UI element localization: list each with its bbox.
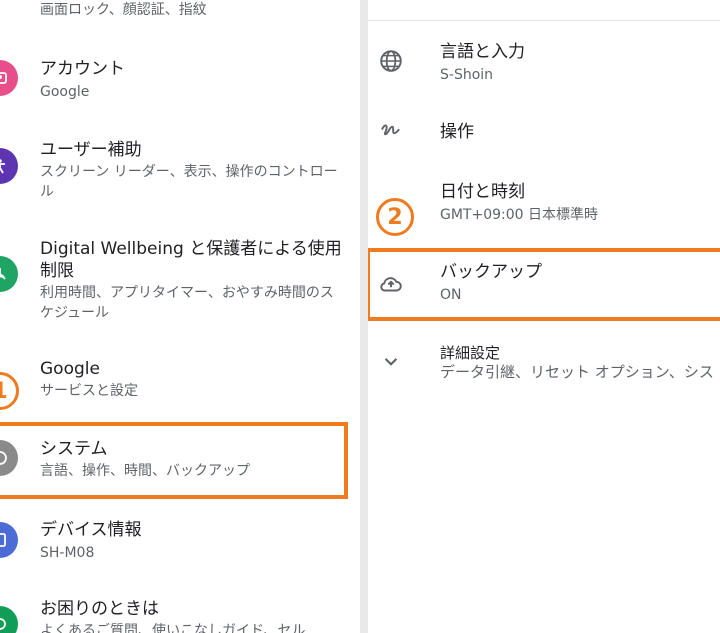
settings-item-subtitle: スクリーン リーダー、表示、操作のコントロール <box>40 164 338 200</box>
panel-divider <box>360 0 368 633</box>
settings-item-title: ユーザー補助 <box>40 140 142 160</box>
system-settings-list: 言語と入力 S-Shoin 操作 2 日付と時刻 GMT+09:00 日本標準時… <box>368 0 720 633</box>
app-bar <box>368 0 720 21</box>
system-item-title: 言語と入力 <box>440 42 525 62</box>
settings-item-subtitle: サービスと設定 <box>40 383 138 399</box>
settings-item-subtitle: よくあるご質問、使いこなしガイド、セル <box>40 623 306 633</box>
step-number-badge: 1 <box>0 372 19 410</box>
settings-item-title: Digital Wellbeing と保護者による使用制限 <box>40 239 342 281</box>
accessibility-icon <box>0 148 18 184</box>
settings-main-list: 画面ロック、顔認証、指紋 アカウント Google ユーザー補助 スクリーン リ… <box>0 0 360 633</box>
help-icon <box>0 606 18 633</box>
system-item-subtitle: GMT+09:00 日本標準時 <box>440 207 599 223</box>
system-item-title: 操作 <box>440 122 474 142</box>
settings-item-title: デバイス情報 <box>40 520 142 540</box>
settings-item-subtitle: SH-M08 <box>40 545 95 561</box>
settings-item-title: Google <box>40 359 100 379</box>
wellbeing-icon <box>0 256 18 292</box>
security-subtitle: 画面ロック、顔認証、指紋 <box>40 2 207 18</box>
system-item-subtitle: データ引継、リセット オプション、シス <box>440 363 714 381</box>
chevron-down-icon <box>384 358 398 366</box>
backup-highlight-box <box>368 248 720 321</box>
system-item-title: 日付と時刻 <box>440 182 525 202</box>
globe-icon <box>380 50 402 72</box>
system-item-subtitle: S-Shoin <box>440 67 494 83</box>
gesture-icon <box>381 124 400 136</box>
settings-item-title: お困りのときは <box>40 599 159 619</box>
device-info-icon <box>0 522 18 558</box>
settings-item-subtitle: Google <box>40 84 90 100</box>
system-highlight-box <box>0 422 348 499</box>
step-number-badge: 2 <box>376 198 414 236</box>
settings-item-subtitle: 利用時間、アプリタイマー、おやすみ時間のスケジュール <box>40 285 334 321</box>
system-item-title: 詳細設定 <box>440 344 501 362</box>
account-icon <box>0 60 18 96</box>
settings-item-title: アカウント <box>40 59 125 79</box>
